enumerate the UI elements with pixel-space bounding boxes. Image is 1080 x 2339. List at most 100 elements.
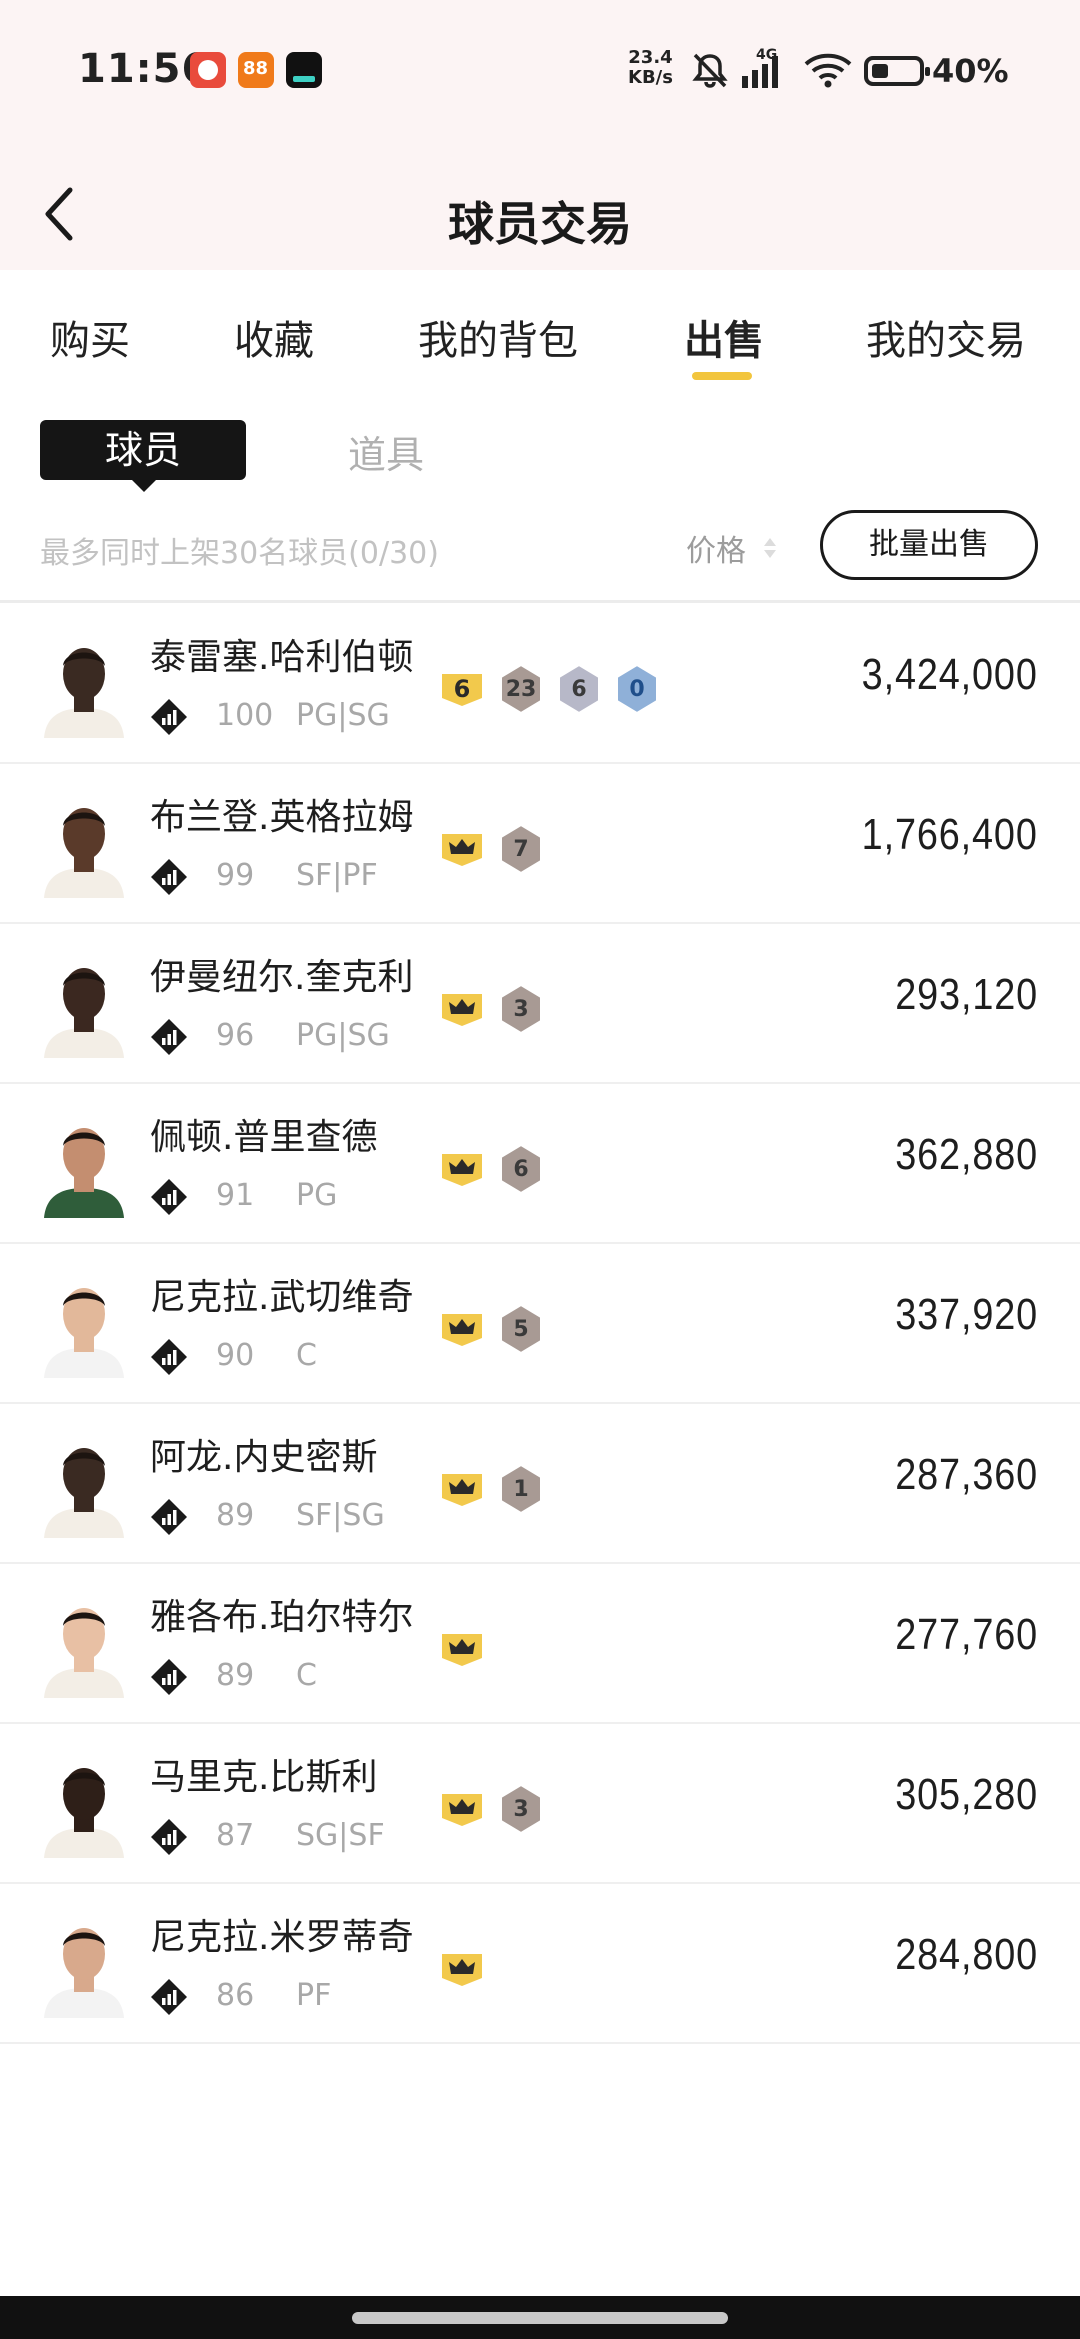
hex-level-badge: 23 [498, 663, 544, 715]
player-avatar [44, 968, 124, 1058]
rating-icon [151, 1019, 187, 1055]
tab-sell[interactable]: 出售 [684, 308, 764, 366]
wifi-icon [804, 53, 852, 88]
player-badges: 7 [438, 822, 544, 876]
batch-sell-button[interactable]: 批量出售 [820, 510, 1038, 580]
hex-level-value: 1 [513, 1476, 529, 1502]
player-position: SG|SF [296, 1818, 385, 1853]
player-position: SF|SG [296, 1498, 385, 1533]
player-avatar [44, 1448, 124, 1538]
player-row[interactable]: 伊曼纽尔.奎克利 96 PG|SG 3 293,120 [0, 924, 1080, 1084]
player-row[interactable]: 阿龙.内史密斯 89 SF|SG 1 287,360 [0, 1404, 1080, 1564]
player-badges: 6 [438, 1142, 544, 1196]
player-avatar [44, 1768, 124, 1858]
gold-level-value: 6 [453, 675, 471, 703]
app-notification-icon [286, 52, 322, 88]
player-price: 362,880 [895, 1130, 1038, 1179]
rating-icon [151, 1659, 187, 1695]
player-name: 尼克拉.米罗蒂奇 [150, 1917, 414, 1958]
rating-icon [151, 1979, 187, 2015]
player-row[interactable]: 尼克拉.米罗蒂奇 86 PF 284,800 [0, 1884, 1080, 2044]
price-sort-button[interactable]: 价格 [686, 526, 746, 570]
player-badges: 3 [438, 982, 544, 1036]
hex-level-badge: 6 [556, 663, 602, 715]
rating-icon [151, 1499, 187, 1535]
player-badges: 3 [438, 1782, 544, 1836]
player-rating: 89 [216, 1658, 255, 1693]
subtab-players[interactable]: 球员 [40, 420, 246, 492]
player-price: 293,120 [895, 970, 1038, 1019]
hex-level-badge: 6 [498, 1143, 544, 1195]
player-name: 雅各布.珀尔特尔 [150, 1597, 414, 1638]
tab-my-trades[interactable]: 我的交易 [866, 308, 1026, 366]
network-speed: 23.4 KB/s [628, 48, 673, 88]
rating-icon [151, 1179, 187, 1215]
hex-level-badge: 5 [498, 1303, 544, 1355]
player-price: 284,800 [895, 1930, 1038, 1979]
player-avatar [44, 1288, 124, 1378]
list-divider [0, 600, 1080, 603]
home-gesture-handle[interactable] [352, 2312, 728, 2324]
player-price: 3,424,000 [861, 650, 1038, 699]
tab-my-backpack[interactable]: 我的背包 [418, 308, 578, 366]
listing-limit-text: 最多同时上架30名球员(0/30) [40, 536, 439, 571]
player-badges: 5 [438, 1302, 544, 1356]
player-name: 布兰登.英格拉姆 [150, 797, 414, 838]
hex-level-value: 3 [513, 1796, 529, 1822]
status-bar: 11:56 23.4 KB/s 4G 40% [0, 0, 1080, 140]
player-avatar [44, 1128, 124, 1218]
hex-level-badge: 3 [498, 983, 544, 1035]
page-title: 球员交易 [448, 197, 632, 251]
player-row[interactable]: 泰雷塞.哈利伯顿 100 PG|SG 6 23 6 0 3,424,000 [0, 604, 1080, 764]
player-price: 305,280 [895, 1770, 1038, 1819]
player-name: 尼克拉.武切维奇 [150, 1277, 414, 1318]
player-row[interactable]: 尼克拉.武切维奇 90 C 5 337,920 [0, 1244, 1080, 1404]
player-name: 伊曼纽尔.奎克利 [150, 957, 414, 998]
player-name: 佩顿.普里查德 [150, 1117, 378, 1158]
player-badges [438, 1622, 486, 1676]
player-name: 泰雷塞.哈利伯顿 [150, 637, 414, 678]
player-rating: 91 [216, 1178, 255, 1213]
player-row[interactable]: 马里克.比斯利 87 SG|SF 3 305,280 [0, 1724, 1080, 1884]
player-row[interactable]: 雅各布.珀尔特尔 89 C 277,760 [0, 1564, 1080, 1724]
player-row[interactable]: 佩顿.普里查德 91 PG 6 362,880 [0, 1084, 1080, 1244]
player-name: 阿龙.内史密斯 [150, 1437, 378, 1478]
hex-level-badge: 1 [498, 1463, 544, 1515]
hex-level-badge: 3 [498, 1783, 544, 1835]
hex-level-value: 7 [513, 836, 529, 862]
player-price: 337,920 [895, 1290, 1038, 1339]
network-speed-unit: KB/s [628, 67, 673, 88]
rating-icon [151, 1339, 187, 1375]
player-avatar [44, 1608, 124, 1698]
crown-badge-icon [438, 1470, 486, 1508]
player-position: PG [296, 1178, 338, 1213]
page-header: 球员交易 [0, 140, 1080, 270]
bell-off-icon [692, 53, 728, 88]
player-avatar [44, 1928, 124, 2018]
hex-level-badge: 7 [498, 823, 544, 875]
crown-badge-icon [438, 1630, 486, 1668]
subtab-items[interactable]: 道具 [348, 424, 424, 479]
player-row[interactable]: 布兰登.英格拉姆 99 SF|PF 7 1,766,400 [0, 764, 1080, 924]
crown-badge-icon [438, 1790, 486, 1828]
player-badges [438, 1942, 486, 1996]
sort-arrows-icon[interactable] [762, 536, 778, 560]
crown-badge-icon [438, 1150, 486, 1188]
network-speed-value: 23.4 [628, 47, 673, 68]
player-badges: 1 [438, 1462, 544, 1516]
signal-icon: 4G [742, 47, 778, 88]
tab-favorites[interactable]: 收藏 [234, 308, 314, 366]
crown-badge-icon [438, 990, 486, 1028]
player-position: PG|SG [296, 698, 390, 733]
crown-badge-icon [438, 1310, 486, 1348]
player-rating: 87 [216, 1818, 255, 1853]
player-avatar [44, 808, 124, 898]
main-tabs: 购买 收藏 我的背包 出售 我的交易 [0, 290, 1080, 390]
player-badges: 6 23 6 0 [438, 662, 660, 716]
tab-buy[interactable]: 购买 [50, 308, 130, 366]
app-notification-icon [238, 52, 274, 88]
player-price: 287,360 [895, 1450, 1038, 1499]
rating-icon [151, 859, 187, 895]
gold-level-badge: 6 [438, 670, 486, 708]
player-position: PG|SG [296, 1018, 390, 1053]
